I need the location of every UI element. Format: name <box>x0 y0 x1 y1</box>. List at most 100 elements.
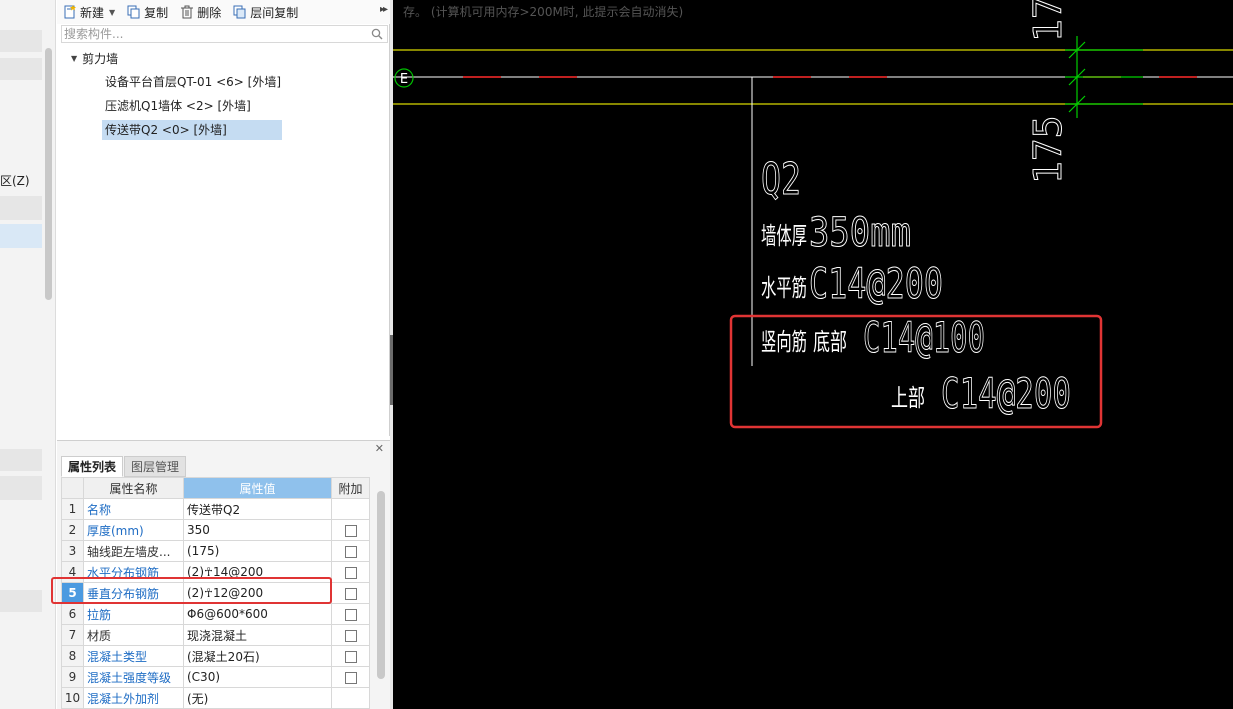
property-row[interactable]: 7 材质 现浇混凝土 <box>61 624 370 646</box>
toolbar-overflow-icon[interactable]: ▸▸ <box>380 4 388 15</box>
copy-button[interactable]: 复制 <box>127 1 168 23</box>
floor-copy-button[interactable]: 层间复制 <box>233 1 298 23</box>
bottom-rebar-value: C14@100 <box>863 313 985 362</box>
property-extra[interactable] <box>331 624 370 646</box>
vertical-rebar-label: 竖向筋 <box>761 328 807 356</box>
left-strip-item[interactable] <box>0 476 42 500</box>
property-row[interactable]: 4 水平分布钢筋 (2)☥14@200 <box>61 561 370 583</box>
horizontal-rebar-label: 水平筋 <box>761 274 807 302</box>
property-value[interactable]: (175) <box>183 540 332 562</box>
property-row[interactable]: 6 拉筋 Φ6@600*600 <box>61 603 370 625</box>
search-input[interactable] <box>64 26 364 42</box>
property-name[interactable]: 轴线距左墙皮... <box>83 540 184 562</box>
property-name[interactable]: 拉筋 <box>83 603 184 625</box>
append-checkbox[interactable] <box>344 587 357 600</box>
property-value[interactable]: 350 <box>183 519 332 541</box>
property-value[interactable]: Φ6@600*600 <box>183 603 332 625</box>
property-row[interactable]: 5 垂直分布钢筋 (2)☥12@200 <box>61 582 370 604</box>
caret-down-icon[interactable]: ▼ <box>71 54 77 63</box>
value-header: 属性值 <box>183 477 332 499</box>
thickness-value: 350mm <box>809 210 911 256</box>
append-checkbox[interactable] <box>344 545 357 558</box>
property-row[interactable]: 9 混凝土强度等级 (C30) <box>61 666 370 688</box>
property-name[interactable]: 水平分布钢筋 <box>83 561 184 583</box>
property-value[interactable]: (C30) <box>183 666 332 688</box>
chevron-down-icon[interactable]: ▼ <box>109 8 115 17</box>
left-strip-item[interactable] <box>0 196 42 220</box>
left-strip-item[interactable] <box>0 449 42 471</box>
property-extra[interactable] <box>331 582 370 604</box>
left-strip-item[interactable] <box>0 590 42 612</box>
property-extra[interactable] <box>331 645 370 667</box>
property-value[interactable]: 传送带Q2 <box>183 498 332 520</box>
append-checkbox[interactable] <box>344 566 357 579</box>
tree-root-shear-wall[interactable]: ▼ 剪力墙 <box>71 50 118 67</box>
thickness-label: 墙体厚 <box>761 222 807 250</box>
property-name[interactable]: 材质 <box>83 624 184 646</box>
tab-layer-management[interactable]: 图层管理 <box>124 456 187 477</box>
property-extra[interactable] <box>331 561 370 583</box>
property-value[interactable]: (2)☥12@200 <box>183 582 332 604</box>
property-value[interactable]: (2)☥14@200 <box>183 561 332 583</box>
property-name[interactable]: 垂直分布钢筋 <box>83 582 184 604</box>
property-extra[interactable] <box>331 666 370 688</box>
append-checkbox[interactable] <box>344 650 357 663</box>
property-value[interactable]: (无) <box>183 687 332 709</box>
left-strip-item[interactable] <box>0 30 42 52</box>
property-name[interactable]: 混凝土类型 <box>83 645 184 667</box>
left-strip-scrollbar[interactable] <box>45 48 52 300</box>
search-icon[interactable] <box>371 28 383 40</box>
top-rebar-value: C14@200 <box>941 369 1071 418</box>
close-icon[interactable]: ✕ <box>375 442 384 455</box>
new-icon <box>64 5 76 19</box>
copy-icon <box>127 5 140 19</box>
row-index: 1 <box>61 498 84 520</box>
tree-item[interactable]: 压滤机Q1墙体 <2> [外墙] <box>102 96 254 116</box>
property-name[interactable]: 混凝土外加剂 <box>83 687 184 709</box>
tab-property-list[interactable]: 属性列表 <box>61 456 124 477</box>
left-side-panel: 区(Z) <box>0 0 56 709</box>
copy-button-label: 复制 <box>144 5 169 20</box>
property-row[interactable]: 1 名称 传送带Q2 <box>61 498 370 520</box>
property-panel: ✕ 属性列表 图层管理 属性名称 属性值 附加 1 名称 传送带Q2 2 厚度(mm) 3… <box>57 440 390 709</box>
append-checkbox[interactable] <box>344 608 357 621</box>
left-strip-item-active[interactable] <box>0 224 42 248</box>
tree-item-selected[interactable]: 传送带Q2 <0> [外墙] <box>102 120 282 140</box>
property-name[interactable]: 名称 <box>83 498 184 520</box>
left-strip-item[interactable] <box>0 58 42 80</box>
property-extra[interactable] <box>331 519 370 541</box>
row-index: 9 <box>61 666 84 688</box>
cad-canvas[interactable]: 存。 (计算机可用内存>200M时, 此提示会自动消失) E 175 175 Q… <box>393 0 1233 709</box>
row-index: 7 <box>61 624 84 646</box>
property-row[interactable]: 8 混凝土类型 (混凝土20石) <box>61 645 370 667</box>
extra-header: 附加 <box>331 477 370 499</box>
property-extra[interactable] <box>331 603 370 625</box>
property-value[interactable]: 现浇混凝土 <box>183 624 332 646</box>
property-row[interactable]: 2 厚度(mm) 350 <box>61 519 370 541</box>
left-strip-label[interactable]: 区(Z) <box>0 172 30 189</box>
name-header: 属性名称 <box>83 477 184 499</box>
component-panel: 新建 ▼ 复制 删除 层间复制 ▸▸ ▼ 剪力墙 设备平台首层QT-01 <6>… <box>57 0 390 436</box>
row-index: 3 <box>61 540 84 562</box>
property-name[interactable]: 混凝土强度等级 <box>83 666 184 688</box>
property-scrollbar[interactable] <box>377 491 385 679</box>
delete-button[interactable]: 删除 <box>180 1 221 23</box>
horizontal-rebar-value: C14@200 <box>809 259 943 308</box>
new-button-label: 新建 <box>80 5 105 20</box>
row-index: 2 <box>61 519 84 541</box>
property-row[interactable]: 10 混凝土外加剂 (无) <box>61 687 370 709</box>
tree-item-label: 设备平台首层QT-01 <6> [外墙] <box>105 75 282 89</box>
property-value[interactable]: (混凝土20石) <box>183 645 332 667</box>
new-button[interactable]: 新建 ▼ <box>63 1 115 23</box>
wall-name: Q2 <box>761 154 801 205</box>
property-extra <box>331 687 370 709</box>
tree-item[interactable]: 设备平台首层QT-01 <6> [外墙] <box>102 72 284 92</box>
property-extra[interactable] <box>331 540 370 562</box>
property-name[interactable]: 厚度(mm) <box>83 519 184 541</box>
append-checkbox[interactable] <box>344 629 357 642</box>
property-row[interactable]: 3 轴线距左墙皮... (175) <box>61 540 370 562</box>
append-checkbox[interactable] <box>344 671 357 684</box>
property-table: 属性名称 属性值 附加 1 名称 传送带Q2 2 厚度(mm) 350 3 轴线距左墙皮...… <box>61 477 370 709</box>
append-checkbox[interactable] <box>344 524 357 537</box>
cad-drawing[interactable]: E 175 175 Q2 墙体厚 350mm 水平筋 C14@200 竖向筋 底… <box>393 0 1233 709</box>
